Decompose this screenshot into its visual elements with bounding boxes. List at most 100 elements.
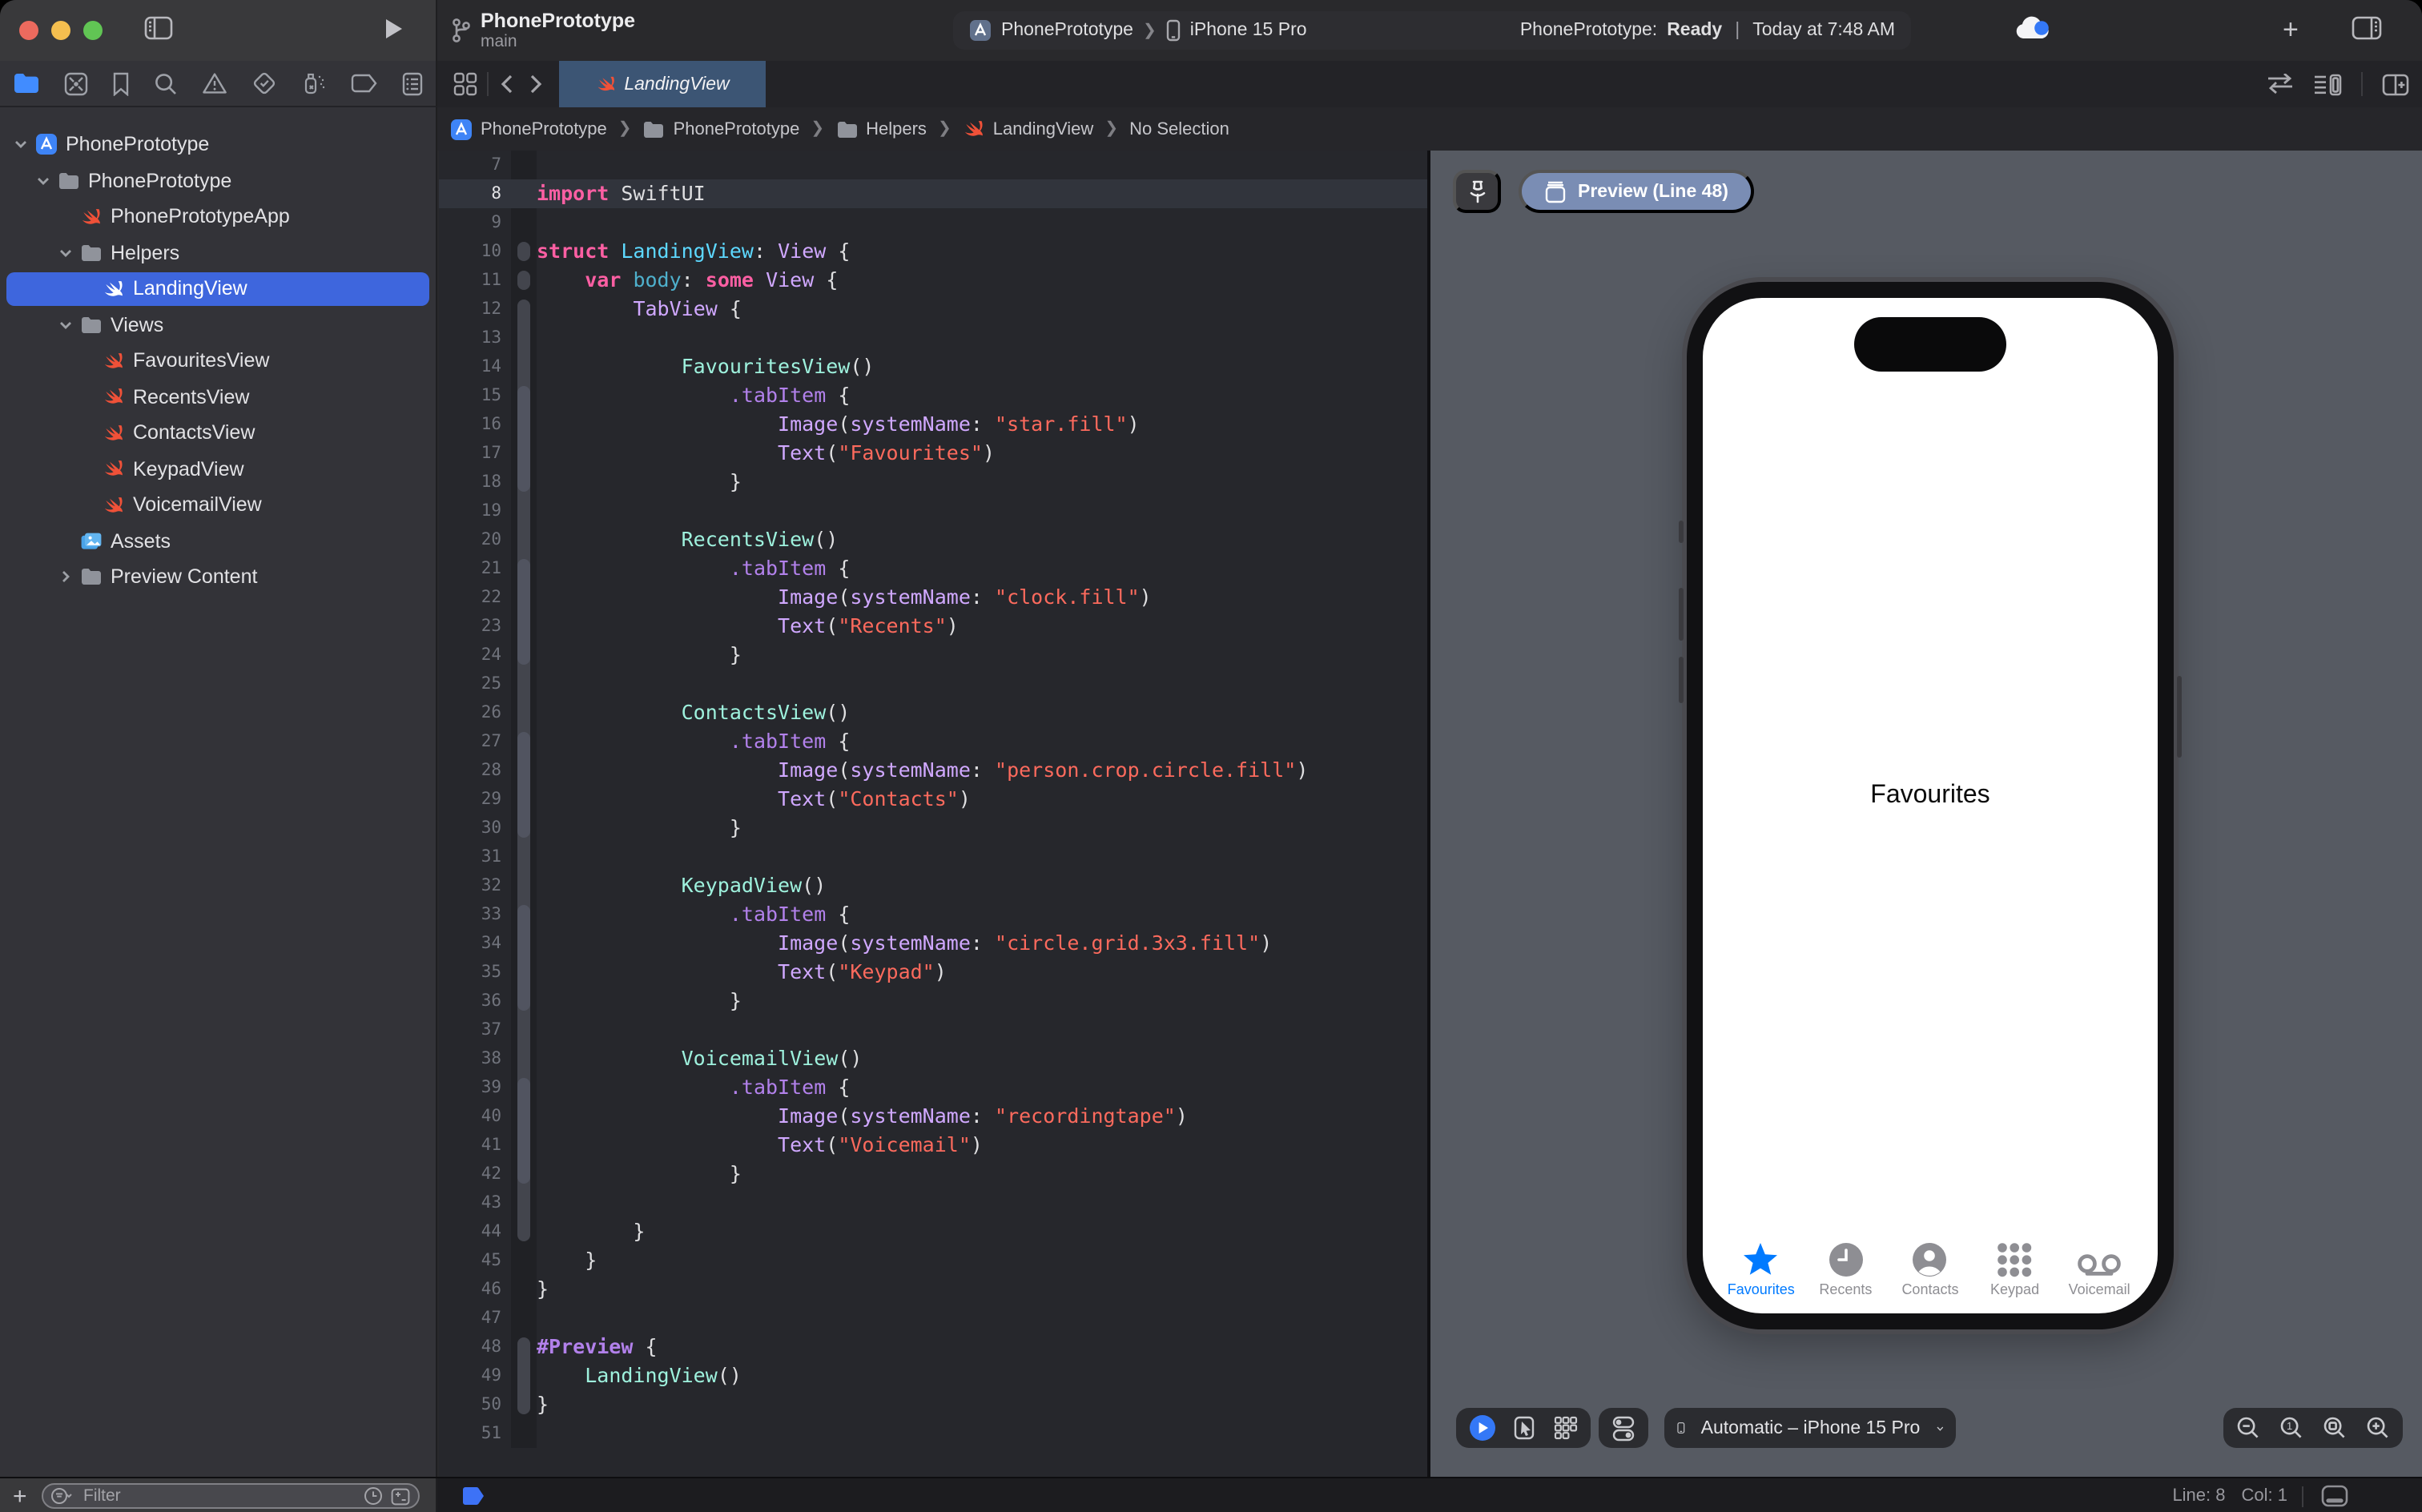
code-line-29[interactable]: 29 Text("Contacts") [439,785,1427,814]
minimize-window-button[interactable] [51,21,70,40]
code-line-26[interactable]: 26 ContactsView() [439,698,1427,727]
code-fold-capsule[interactable] [517,1337,530,1414]
code-fold-capsule[interactable] [517,1078,530,1184]
toggle-right-inspector-icon[interactable] [2352,16,2382,40]
code-line-17[interactable]: 17 Text("Favourites") [439,439,1427,468]
code-line-45[interactable]: 45 } [439,1246,1427,1275]
preview-device-selector[interactable]: Automatic – iPhone 15 Pro [1664,1408,1956,1448]
tests-navigator-icon[interactable] [251,70,277,96]
go-back-icon[interactable] [500,74,514,94]
preview-button[interactable]: Preview (Line 48) [1519,170,1754,213]
source-control-filter-icon[interactable] [391,1487,410,1505]
file-tree-item-favouritesview[interactable]: FavouritesView [0,343,436,379]
code-line-12[interactable]: 12 TabView { [439,295,1427,324]
disclosure-chevron-icon[interactable] [35,173,51,189]
add-editor-button[interactable]: + [2283,16,2299,43]
breadcrumb-item-no-selection[interactable]: No Selection [1129,119,1229,139]
code-line-37[interactable]: 37 [439,1015,1427,1044]
code-line-28[interactable]: 28 Image(systemName: "person.crop.circle… [439,756,1427,785]
code-line-24[interactable]: 24 } [439,641,1427,670]
run-button[interactable] [384,18,404,40]
filter-input[interactable] [80,1485,356,1507]
file-tree-item-phoneprototype[interactable]: PhonePrototype [0,163,436,199]
add-split-editor-icon[interactable] [2382,73,2409,95]
close-window-button[interactable] [19,21,38,40]
selectable-mode-button[interactable] [1514,1416,1536,1440]
zoom-window-button[interactable] [83,21,103,40]
code-line-33[interactable]: 33 .tabItem { [439,900,1427,929]
filter-field[interactable] [42,1483,420,1509]
code-line-7[interactable]: 7 [439,151,1427,179]
breadcrumb-item-phoneprototype[interactable]: PhonePrototype [643,119,799,139]
bookmark-navigator-icon[interactable] [112,71,130,95]
code-line-32[interactable]: 32 KeypadView() [439,871,1427,900]
code-line-14[interactable]: 14 FavouritesView() [439,352,1427,381]
source-control-navigator-icon[interactable] [64,71,88,95]
code-line-10[interactable]: 10 struct LandingView: View { [439,237,1427,266]
code-line-35[interactable]: 35 Text("Keypad") [439,958,1427,987]
code-line-8[interactable]: 8 import SwiftUI [439,179,1427,208]
breakpoints-navigator-icon[interactable] [351,74,378,93]
swap-editors-icon[interactable] [2267,74,2294,94]
file-tree-item-contactsview[interactable]: ContactsView [0,415,436,451]
code-line-41[interactable]: 41 Text("Voicemail") [439,1131,1427,1160]
code-fold-capsule[interactable] [517,386,530,492]
code-line-43[interactable]: 43 [439,1188,1427,1217]
file-tree-item-keypadview[interactable]: KeypadView [0,451,436,487]
code-fold-capsule[interactable] [517,559,530,665]
disclosure-chevron-icon[interactable] [13,137,29,153]
breakpoint-indicator[interactable] [461,1486,485,1506]
file-tree-item-voicemailview[interactable]: VoicemailView [0,487,436,523]
file-tree-item-landingview[interactable]: LandingView [0,271,436,307]
code-line-31[interactable]: 31 [439,842,1427,871]
toggle-left-sidebar-icon[interactable] [144,16,173,40]
zoom-out-button[interactable] [2236,1416,2260,1440]
project-navigator-icon[interactable] [13,72,40,94]
code-line-25[interactable]: 25 [439,670,1427,698]
breadcrumb-item-landingview[interactable]: LandingView [963,119,1093,139]
phone-tab-favourites[interactable]: Favourites [1719,1241,1804,1297]
code-line-34[interactable]: 34 Image(systemName: "circle.grid.3x3.fi… [439,929,1427,958]
code-line-20[interactable]: 20 RecentsView() [439,525,1427,554]
file-tree-item-phoneprototype[interactable]: PhonePrototype [0,127,436,163]
zoom-in-button[interactable] [2366,1416,2390,1440]
phone-tab-recents[interactable]: Recents [1804,1241,1889,1297]
disclosure-chevron-icon[interactable] [58,245,74,261]
code-line-30[interactable]: 30 } [439,814,1427,842]
live-preview-mode-button[interactable] [1469,1414,1496,1442]
code-line-19[interactable]: 19 [439,497,1427,525]
scheme-selector[interactable]: PhonePrototype ❯ iPhone 15 Pro [969,19,1307,42]
breadcrumb-item-helpers[interactable]: Helpers [835,119,927,139]
code-fold-capsule[interactable] [517,905,530,1011]
file-tree-item-helpers[interactable]: Helpers [0,235,436,271]
code-line-44[interactable]: 44 } [439,1217,1427,1246]
phone-tab-keypad[interactable]: Keypad [1973,1241,2058,1297]
code-fold-capsule[interactable] [517,732,530,838]
code-line-48[interactable]: 48 #Preview { [439,1333,1427,1361]
add-file-button[interactable]: + [13,1482,27,1510]
file-tree-item-views[interactable]: Views [0,307,436,343]
pin-preview-button[interactable] [1453,170,1501,213]
device-settings-button[interactable] [1611,1415,1635,1441]
toggle-bottom-bar-icon[interactable] [2321,1485,2348,1507]
reports-navigator-icon[interactable] [402,71,423,95]
code-fold-capsule[interactable] [517,271,530,290]
code-line-51[interactable]: 51 [439,1419,1427,1448]
file-tree-item-preview-content[interactable]: Preview Content [0,559,436,595]
go-forward-icon[interactable] [529,74,543,94]
source-editor[interactable]: 7 8 import SwiftUI 9 10 struct LandingView: V… [439,151,1427,1477]
code-line-15[interactable]: 15 .tabItem { [439,381,1427,410]
code-line-40[interactable]: 40 Image(systemName: "recordingtape") [439,1102,1427,1131]
code-line-49[interactable]: 49 LandingView() [439,1361,1427,1390]
code-line-16[interactable]: 16 Image(systemName: "star.fill") [439,410,1427,439]
tab-landingview[interactable]: LandingView [559,61,766,107]
recent-files-clock-icon[interactable] [364,1486,383,1506]
code-line-18[interactable]: 18 } [439,468,1427,497]
code-line-9[interactable]: 9 [439,208,1427,237]
zoom-100-button[interactable]: 1 [2279,1416,2303,1440]
code-line-11[interactable]: 11 var body: some View { [439,266,1427,295]
variants-mode-button[interactable] [1554,1416,1578,1440]
code-line-27[interactable]: 27 .tabItem { [439,727,1427,756]
code-line-23[interactable]: 23 Text("Recents") [439,612,1427,641]
code-line-47[interactable]: 47 [439,1304,1427,1333]
